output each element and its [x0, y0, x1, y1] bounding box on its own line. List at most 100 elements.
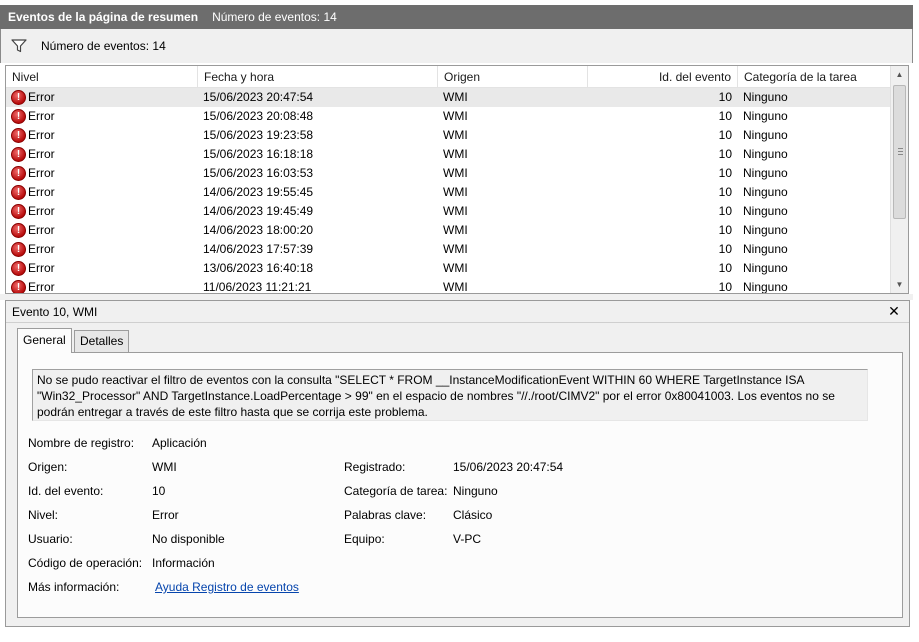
table-row[interactable]: ! Error 15/06/2023 20:47:54 WMI 10 Ninguno [6, 88, 890, 107]
table-row[interactable]: ! Error 15/06/2023 20:08:48 WMI 10 Ninguno [6, 107, 890, 126]
keywords-label: Palabras clave: [344, 508, 427, 522]
column-header-source[interactable]: Origen [438, 66, 588, 88]
cell-level: Error [28, 166, 55, 180]
event-log-help-link[interactable]: Ayuda Registro de eventos [155, 580, 299, 594]
computer-value: V-PC [453, 532, 482, 546]
cell-level: Error [28, 280, 55, 294]
event-detail-header: Evento 10, WMI [6, 301, 909, 323]
error-icon: ! [11, 223, 26, 238]
events-table: Nivel Fecha y hora Origen Id. del evento… [5, 65, 909, 294]
cell-event-id: 10 [718, 223, 732, 237]
source-value: WMI [152, 460, 177, 474]
cell-source: WMI [443, 90, 468, 104]
cell-level: Error [28, 223, 55, 237]
panel-event-count: Número de eventos: 14 [212, 10, 337, 24]
logged-value: 15/06/2023 20:47:54 [453, 460, 564, 474]
cell-source: WMI [443, 109, 468, 123]
table-row[interactable]: ! Error 14/06/2023 18:00:20 WMI 10 Ninguno [6, 221, 890, 240]
column-header-level[interactable]: Nivel [6, 66, 198, 88]
opcode-label: Código de operación: [28, 556, 143, 570]
column-header-event-id[interactable]: Id. del evento [588, 66, 738, 88]
event-id-value: 10 [152, 484, 166, 498]
error-icon: ! [11, 242, 26, 257]
table-row[interactable]: ! Error 15/06/2023 16:03:53 WMI 10 Ninguno [6, 164, 890, 183]
cell-date-time: 15/06/2023 20:08:48 [203, 109, 314, 123]
event-description[interactable]: No se pudo reactivar el filtro de evento… [32, 369, 868, 421]
tab-details[interactable]: Detalles [74, 330, 130, 352]
vertical-scrollbar[interactable]: ▲ ▼ [890, 66, 908, 293]
cell-event-id: 10 [718, 261, 732, 275]
cell-date-time: 15/06/2023 16:03:53 [203, 166, 314, 180]
table-row[interactable]: ! Error 14/06/2023 19:55:45 WMI 10 Ninguno [6, 183, 890, 202]
keywords-value: Clásico [453, 508, 493, 522]
cell-level: Error [28, 90, 55, 104]
column-header-date-time[interactable]: Fecha y hora [198, 66, 438, 88]
cell-task-category: Ninguno [743, 166, 788, 180]
cell-source: WMI [443, 185, 468, 199]
cell-task-category: Ninguno [743, 204, 788, 218]
close-icon[interactable]: ✕ [887, 304, 901, 318]
cell-date-time: 14/06/2023 19:45:49 [203, 204, 314, 218]
scrollbar-thumb[interactable] [893, 85, 906, 219]
cell-task-category: Ninguno [743, 90, 788, 104]
cell-event-id: 10 [718, 242, 732, 256]
opcode-value: Información [152, 556, 215, 570]
column-header-task-category[interactable]: Categoría de la tarea [738, 66, 890, 88]
scroll-up-arrow-icon[interactable]: ▲ [891, 66, 908, 83]
cell-date-time: 11/06/2023 11:21:21 [203, 280, 312, 294]
cell-task-category: Ninguno [743, 128, 788, 142]
cell-source: WMI [443, 280, 468, 294]
error-icon: ! [11, 261, 26, 276]
table-row[interactable]: ! Error 13/06/2023 16:40:18 WMI 10 Ninguno [6, 259, 890, 278]
error-icon: ! [11, 109, 26, 124]
table-header: Nivel Fecha y hora Origen Id. del evento… [6, 66, 890, 88]
error-icon: ! [11, 128, 26, 143]
error-icon: ! [11, 166, 26, 181]
user-label: Usuario: [28, 532, 73, 546]
log-name-value: Aplicación [152, 436, 207, 450]
cell-task-category: Ninguno [743, 261, 788, 275]
scroll-grip-line [898, 148, 903, 149]
cell-source: WMI [443, 204, 468, 218]
summary-page-events-title-bar: Eventos de la página de resumen Número d… [0, 5, 913, 29]
tab-general[interactable]: General [17, 328, 72, 353]
table-row[interactable]: ! Error 15/06/2023 19:23:58 WMI 10 Ninguno [6, 126, 890, 145]
error-icon: ! [11, 90, 26, 105]
cell-task-category: Ninguno [743, 280, 788, 294]
user-value: No disponible [152, 532, 225, 546]
cell-date-time: 14/06/2023 18:00:20 [203, 223, 314, 237]
cell-level: Error [28, 185, 55, 199]
level-label: Nivel: [28, 508, 59, 522]
cell-date-time: 14/06/2023 17:57:39 [203, 242, 314, 256]
table-row[interactable]: ! Error 11/06/2023 11:21:21 WMI 10 Ninguno [6, 278, 890, 294]
cell-level: Error [28, 128, 55, 142]
table-row[interactable]: ! Error 14/06/2023 19:45:49 WMI 10 Ninguno [6, 202, 890, 221]
error-icon: ! [11, 204, 26, 219]
filter-event-count: Número de eventos: 14 [41, 39, 166, 53]
cell-level: Error [28, 242, 55, 256]
cell-level: Error [28, 147, 55, 161]
cell-level: Error [28, 109, 55, 123]
cell-event-id: 10 [718, 147, 732, 161]
error-icon: ! [11, 147, 26, 162]
cell-event-id: 10 [718, 166, 732, 180]
table-row[interactable]: ! Error 14/06/2023 17:57:39 WMI 10 Ninguno [6, 240, 890, 259]
filter-bar: Número de eventos: 14 [0, 29, 913, 63]
cell-date-time: 13/06/2023 16:40:18 [203, 261, 314, 275]
cell-task-category: Ninguno [743, 147, 788, 161]
cell-task-category: Ninguno [743, 242, 788, 256]
filter-icon[interactable] [11, 39, 27, 53]
cell-event-id: 10 [718, 280, 732, 294]
level-value: Error [152, 508, 179, 522]
error-icon: ! [11, 185, 26, 200]
general-tab-panel: No se pudo reactivar el filtro de evento… [17, 352, 903, 618]
scroll-down-arrow-icon[interactable]: ▼ [891, 276, 908, 293]
cell-event-id: 10 [718, 109, 732, 123]
task-category-value: Ninguno [453, 484, 498, 498]
log-name-label: Nombre de registro: [28, 436, 135, 450]
scroll-grip-line [898, 154, 903, 155]
cell-event-id: 10 [718, 204, 732, 218]
table-row[interactable]: ! Error 15/06/2023 16:18:18 WMI 10 Ninguno [6, 145, 890, 164]
cell-source: WMI [443, 128, 468, 142]
cell-date-time: 15/06/2023 20:47:54 [203, 90, 314, 104]
